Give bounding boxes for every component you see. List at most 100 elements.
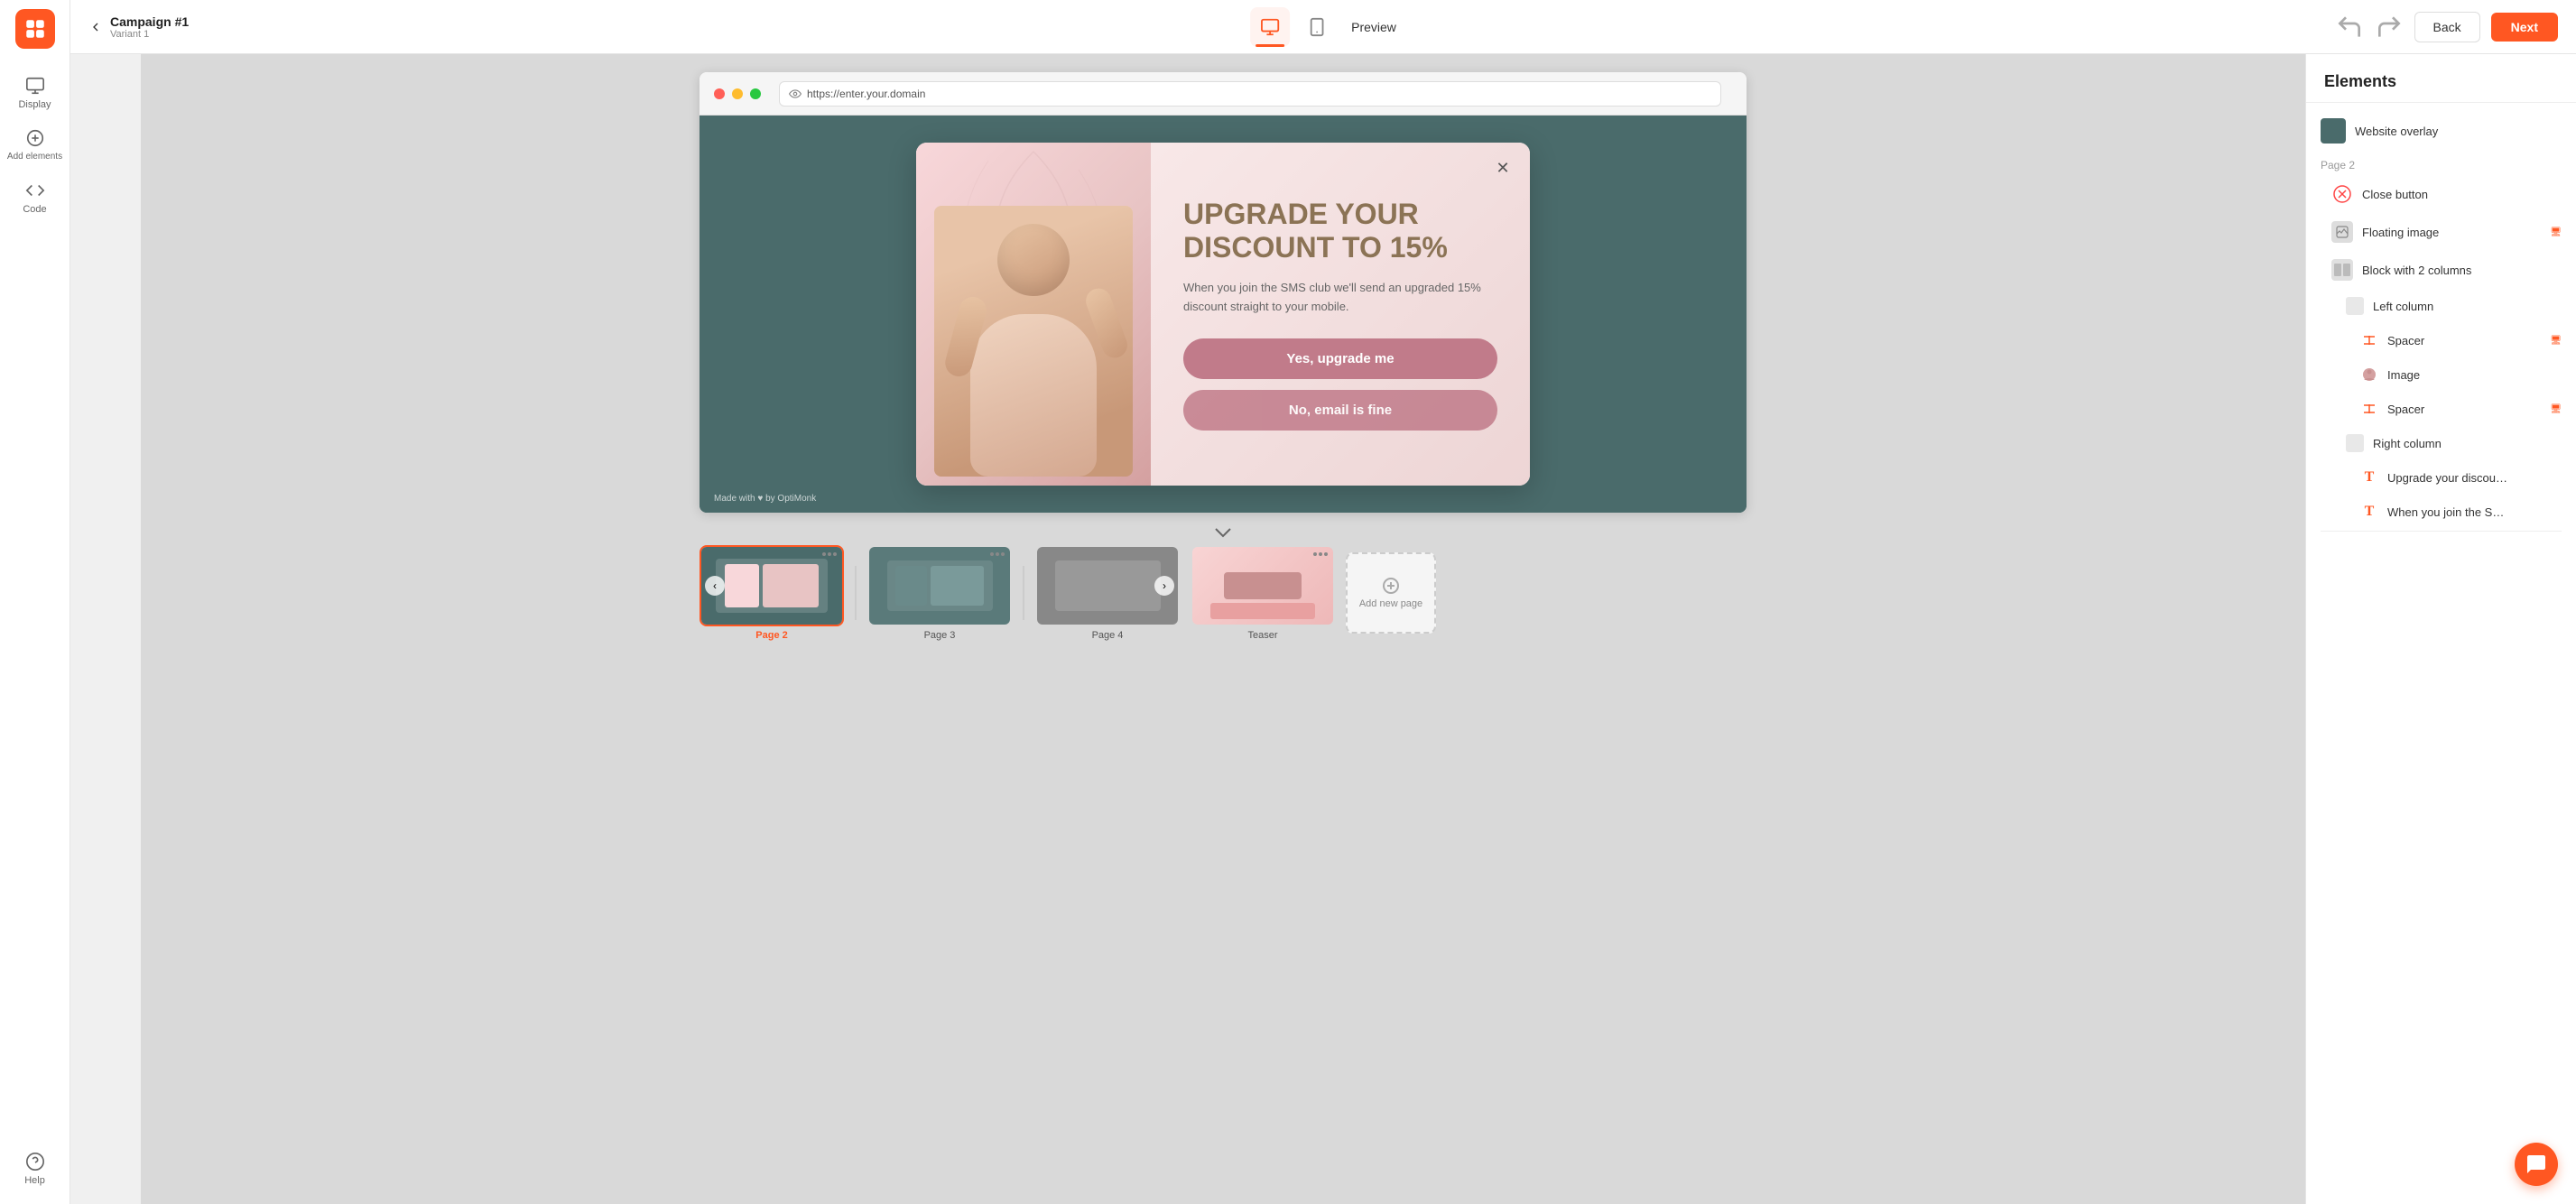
desktop-view-button[interactable] (1250, 7, 1290, 47)
next-button[interactable]: Next (2491, 13, 2558, 42)
logo-button[interactable] (15, 9, 55, 49)
add-page-label: Add new page (1359, 598, 1422, 609)
sidebar-display-label: Display (18, 99, 51, 110)
element-floating-image[interactable]: Floating image 🖥 (2306, 213, 2576, 251)
main-content: https://enter.your.domain (141, 54, 2576, 1204)
element-close-button[interactable]: Close button (2306, 175, 2576, 213)
spacer-1-icon (2360, 331, 2378, 349)
spacer-2-monitor-icon: 🖥 (2550, 404, 2562, 414)
mobile-view-button[interactable] (1297, 7, 1337, 47)
undo-button[interactable] (2335, 13, 2364, 42)
element-spacer-1[interactable]: Spacer 🖥 (2306, 323, 2576, 357)
preview-label: Preview (1351, 20, 1396, 34)
browser-dot-green (750, 88, 761, 99)
element-image-label: Image (2387, 368, 2562, 382)
element-spacer-2[interactable]: Spacer 🖥 (2306, 392, 2576, 426)
back-nav[interactable]: Campaign #1 Variant 1 (88, 14, 189, 40)
left-column-icon (2346, 297, 2364, 315)
block-2-columns-icon (2331, 259, 2353, 281)
sidebar-item-help[interactable]: Help (0, 1143, 69, 1195)
add-page-button[interactable]: Add new page (1346, 552, 1436, 634)
element-when-you-join-text[interactable]: T When you join the S… (2306, 495, 2576, 529)
element-block-2-columns-label: Block with 2 columns (2362, 264, 2562, 277)
popup-close-button[interactable]: ✕ (1490, 155, 1515, 181)
variant-subtitle: Variant 1 (110, 29, 189, 40)
page-thumb-teaser[interactable] (1191, 545, 1335, 626)
image-icon (2360, 366, 2378, 384)
element-right-column[interactable]: Right column (2306, 426, 2576, 460)
page-2-section-label: Page 2 (2306, 152, 2576, 175)
popup-card: ✕ UPGRADE YOUR DISCOUNT TO 15% When you … (916, 143, 1530, 486)
page-4-menu[interactable] (1158, 552, 1172, 556)
spacer-1-monitor-icon: 🖥 (2550, 336, 2562, 346)
website-overlay-icon (2321, 118, 2346, 144)
view-toggle: Preview (1250, 7, 1396, 47)
collapse-chevron[interactable] (700, 527, 1747, 538)
teaser-menu[interactable] (1313, 552, 1328, 556)
page-thumb-wrapper-4: › Page 4 (1035, 545, 1180, 641)
element-when-you-join-label: When you join the S… (2387, 505, 2562, 519)
sidebar-code-label: Code (23, 204, 46, 215)
redo-button[interactable] (2375, 13, 2404, 42)
sidebar-item-display[interactable]: Display (0, 67, 69, 119)
page-thumb-wrapper-2: ‹ Page 2 (700, 545, 844, 641)
sidebar-item-code[interactable]: Code (0, 171, 69, 224)
back-button[interactable]: Back (2414, 12, 2480, 42)
sidebar-item-add-elements[interactable]: Add elements (0, 119, 69, 171)
right-column-icon (2346, 434, 2364, 452)
popup-body-text: When you join the SMS club we'll send an… (1183, 279, 1497, 317)
element-upgrade-text[interactable]: T Upgrade your discou… (2306, 460, 2576, 495)
element-block-2-columns[interactable]: Block with 2 columns (2306, 251, 2576, 289)
browser-mock: https://enter.your.domain (700, 72, 1747, 513)
eye-icon (789, 88, 802, 100)
model-image (934, 206, 1133, 477)
made-with-label: Made with ♥ by OptiMonk (714, 494, 816, 504)
page-4-next-arrow[interactable]: › (1154, 576, 1174, 596)
page-2-prev-arrow[interactable]: ‹ (705, 576, 725, 596)
spacer-2-icon (2360, 400, 2378, 418)
top-bar: Campaign #1 Variant 1 Preview (70, 0, 2576, 54)
left-sidebar: Display Add elements Code Help (0, 0, 70, 1204)
sidebar-help-label: Help (24, 1175, 45, 1186)
element-spacer-1-label: Spacer (2387, 334, 2539, 347)
chat-icon (2525, 1153, 2547, 1175)
person-head (997, 224, 1070, 296)
element-left-column[interactable]: Left column (2306, 289, 2576, 323)
page-3-menu[interactable] (990, 552, 1005, 556)
page-separator-2 (1023, 566, 1024, 620)
popup-left-column (916, 143, 1151, 486)
overlay-container: ✕ UPGRADE YOUR DISCOUNT TO 15% When you … (700, 116, 1747, 513)
when-you-join-icon: T (2360, 503, 2378, 521)
page-thumb-wrapper-3: Page 3 (867, 545, 1012, 641)
elements-divider (2321, 531, 2562, 532)
right-panel: Elements Website overlay Page 2 Close bu… (2305, 54, 2576, 1204)
page-thumb-4[interactable]: › (1035, 545, 1180, 626)
page-thumb-2[interactable]: ‹ (700, 545, 844, 626)
page-2-menu[interactable] (822, 552, 837, 556)
element-close-button-label: Close button (2362, 188, 2562, 201)
right-panel-title: Elements (2306, 54, 2576, 103)
pages-row: ‹ Page 2 (700, 545, 1747, 641)
campaign-title: Campaign #1 (110, 14, 189, 29)
floating-image-icon (2331, 221, 2353, 243)
popup-heading: UPGRADE YOUR DISCOUNT TO 15% (1183, 198, 1497, 264)
popup-primary-button[interactable]: Yes, upgrade me (1183, 338, 1497, 379)
chat-bubble[interactable] (2515, 1143, 2558, 1186)
top-right-actions: Back Next (2335, 12, 2558, 42)
page-thumb-wrapper-teaser: Teaser (1191, 545, 1335, 641)
upgrade-text-icon: T (2360, 468, 2378, 486)
page-separator-1 (855, 566, 857, 620)
popup-secondary-button[interactable]: No, email is fine (1183, 390, 1497, 431)
teaser-preview (1192, 547, 1333, 625)
sidebar-add-elements-label: Add elements (7, 152, 62, 162)
page-2-label: Page 2 (700, 630, 844, 641)
page-3-label: Page 3 (867, 630, 1012, 641)
page-thumb-3[interactable] (867, 545, 1012, 626)
browser-url-bar[interactable]: https://enter.your.domain (779, 81, 1721, 107)
element-left-column-label: Left column (2373, 300, 2562, 313)
page-3-preview (869, 547, 1010, 625)
element-website-overlay[interactable]: Website overlay (2306, 110, 2576, 152)
element-image[interactable]: Image (2306, 357, 2576, 392)
element-upgrade-text-label: Upgrade your discou… (2387, 471, 2562, 485)
person-silhouette (934, 206, 1133, 477)
